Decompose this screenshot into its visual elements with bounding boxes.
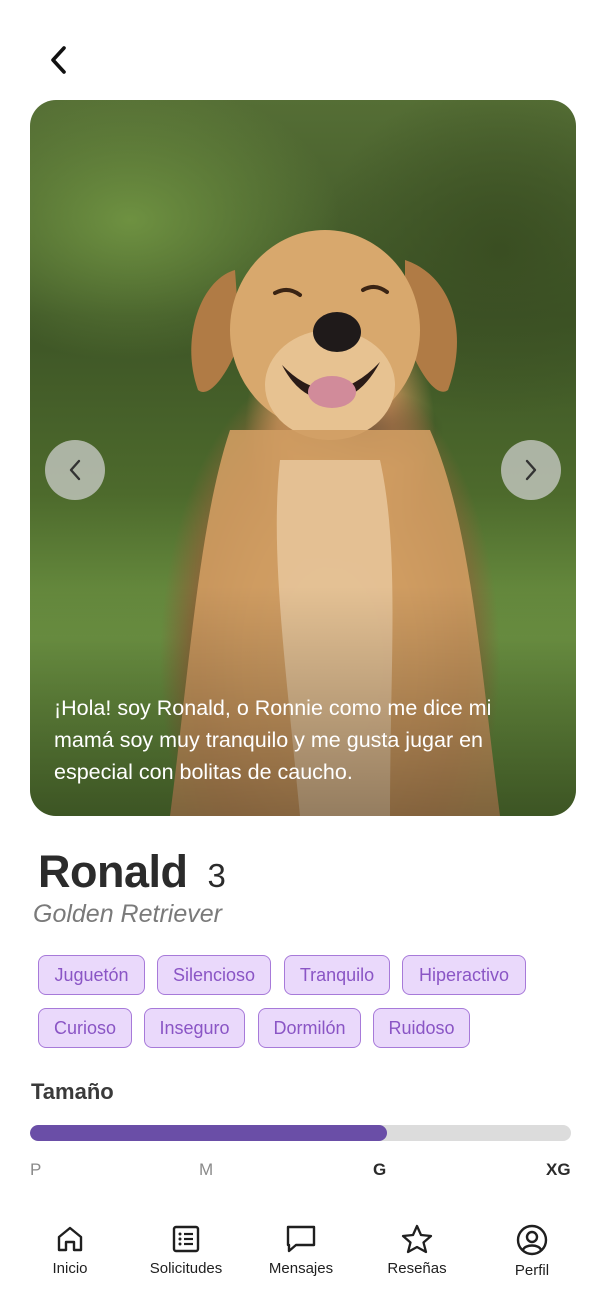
size-bar bbox=[30, 1125, 571, 1141]
nav-item-mensajes[interactable]: Mensajes bbox=[246, 1224, 356, 1277]
nav-item-solicitudes[interactable]: Solicitudes bbox=[131, 1224, 241, 1277]
previous-photo-button[interactable] bbox=[45, 440, 105, 500]
nav-label: Inicio bbox=[52, 1260, 88, 1277]
back-button[interactable] bbox=[38, 40, 78, 80]
pet-photo-carousel[interactable]: ¡Hola! soy Ronald, o Ronnie como me dice… bbox=[30, 100, 576, 816]
nav-label: Solicitudes bbox=[149, 1260, 223, 1277]
nav-item-resenas[interactable]: Reseñas bbox=[362, 1224, 472, 1277]
chevron-right-icon bbox=[525, 459, 537, 481]
message-icon bbox=[286, 1225, 316, 1253]
tag-chip: Inseguro bbox=[144, 1008, 245, 1048]
size-label-xg: XG bbox=[546, 1160, 571, 1179]
user-circle-icon bbox=[516, 1224, 548, 1256]
star-icon bbox=[401, 1224, 433, 1254]
nav-item-inicio[interactable]: Inicio bbox=[15, 1224, 125, 1277]
pet-bio-caption: ¡Hola! soy Ronald, o Ronnie como me dice… bbox=[54, 696, 492, 784]
pet-name: Ronald bbox=[38, 846, 188, 897]
bottom-navigation: Inicio Solicitudes Mensajes Reseñas Perf… bbox=[0, 1210, 603, 1311]
pet-breed: Golden Retriever bbox=[33, 900, 222, 928]
pet-name-row: Ronald 3 bbox=[38, 846, 226, 898]
tag-chip: Silencioso bbox=[157, 955, 271, 995]
size-label-m: M bbox=[199, 1160, 214, 1179]
tag-chip: Juguetón bbox=[38, 955, 145, 995]
tag-chip: Hiperactivo bbox=[402, 955, 526, 995]
nav-label: Reseñas bbox=[387, 1260, 447, 1277]
size-section-title: Tamaño bbox=[31, 1079, 114, 1104]
tag-chip: Ruidoso bbox=[373, 1008, 470, 1048]
pet-age: 3 bbox=[207, 857, 226, 894]
size-label-g: G bbox=[373, 1160, 387, 1179]
next-photo-button[interactable] bbox=[501, 440, 561, 500]
home-icon bbox=[57, 1226, 83, 1252]
nav-label: Mensajes bbox=[268, 1260, 334, 1277]
size-bar-fill bbox=[30, 1125, 388, 1141]
tag-chip: Tranquilo bbox=[284, 955, 390, 995]
chevron-left-icon bbox=[51, 46, 66, 74]
nav-item-perfil[interactable]: Perfil bbox=[477, 1224, 587, 1279]
tag-chip: Curioso bbox=[38, 1008, 132, 1048]
size-label-p: P bbox=[30, 1160, 42, 1179]
list-icon bbox=[172, 1225, 200, 1253]
nav-label: Perfil bbox=[514, 1262, 550, 1279]
tag-chip: Dormilón bbox=[258, 1008, 361, 1048]
chevron-left-icon bbox=[69, 459, 81, 481]
